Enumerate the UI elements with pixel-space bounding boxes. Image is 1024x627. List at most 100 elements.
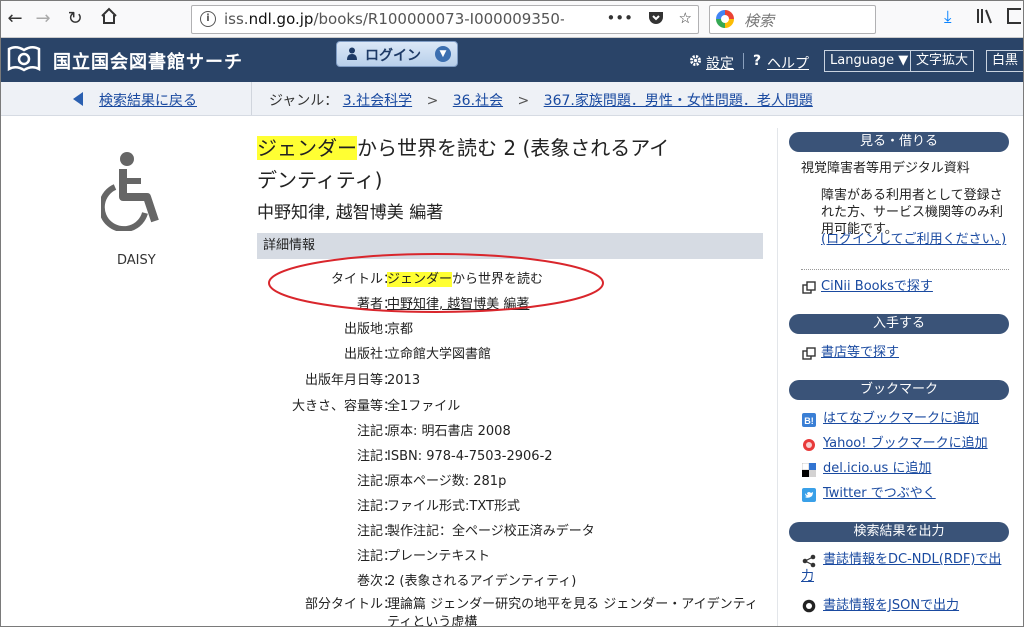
detail-value: 2 (表象されるアイデンティティ) xyxy=(387,574,577,589)
breadcrumb-link[interactable]: 3.社会科学 xyxy=(343,93,412,109)
user-icon xyxy=(347,47,357,60)
hatena-icon: B! xyxy=(802,413,816,427)
detail-key: 注記 xyxy=(356,474,383,489)
search-placeholder: 検索 xyxy=(744,12,775,30)
detail-key: 部分タイトル xyxy=(304,597,383,612)
twitter-icon xyxy=(802,488,816,502)
download-icon[interactable]: ⤓ xyxy=(944,7,952,27)
detail-key: 出版地 xyxy=(343,322,383,337)
json-icon xyxy=(802,599,816,613)
detail-value: 全1ファイル xyxy=(387,399,461,414)
dropdown-arrow-icon: ▼ xyxy=(898,53,909,68)
info-icon[interactable]: i xyxy=(200,11,216,27)
divider xyxy=(251,82,252,115)
google-icon xyxy=(716,10,734,28)
bookstore-link[interactable]: 書店等で探す xyxy=(821,344,899,361)
delicious-icon xyxy=(802,463,816,477)
bookmark-section-header: ブックマーク xyxy=(789,380,1009,400)
detail-key: 出版年月日等 xyxy=(304,373,383,388)
detail-key: 出版社 xyxy=(343,347,383,362)
reload-icon[interactable]: ↻ xyxy=(63,7,87,31)
detail-value: 原本ページ数: 281p xyxy=(387,474,507,489)
page-actions-icon[interactable]: ••• xyxy=(606,9,633,27)
bookmark-star-icon[interactable]: ☆ xyxy=(679,9,692,27)
record-author: 中野知律, 越智博美 編著 xyxy=(257,203,444,223)
gear-icon xyxy=(690,55,701,66)
digital-title: 視覚障害者等用デジタル資料 xyxy=(801,161,970,176)
export-section-header: 検索結果を出力 xyxy=(789,522,1009,542)
detail-key: 大きさ、容量等 xyxy=(291,399,383,414)
detail-value: 原本: 明石書店 2008 xyxy=(387,424,511,439)
home-icon[interactable] xyxy=(97,7,121,31)
wheelchair-icon xyxy=(101,152,159,231)
settings-link[interactable]: 設定 xyxy=(706,53,734,73)
detail-value: ファイル形式:TXT形式 xyxy=(387,499,520,514)
url-text: iss.ndl.go.jp/books/R100000073-I00000935… xyxy=(224,10,564,28)
help-link[interactable]: ヘルプ xyxy=(767,53,809,73)
detail-value: 2013 xyxy=(387,373,421,388)
cinii-link[interactable]: CiNii Booksで探す xyxy=(821,278,933,295)
login-button[interactable]: ログイン ▼ xyxy=(336,41,458,67)
genre-label: ジャンル： xyxy=(269,93,339,109)
annotation-ellipse xyxy=(268,253,604,313)
site-header: 国立国会図書館サーチ ログイン ▼ 設定 ? ヘルプ Language ▼ 文字… xyxy=(1,38,1023,82)
detail-value: 理論篇 ジェンダー研究の地平を見る ジェンダー・アイデンティティという虚構 xyxy=(387,597,758,627)
detail-value: 京都 xyxy=(387,322,414,337)
ndl-logo-icon[interactable] xyxy=(7,45,41,73)
browser-window: ← → ↻ i iss.ndl.go.jp/books/R100000073-I… xyxy=(0,0,1024,627)
detail-value: プレーンテキスト xyxy=(387,549,490,564)
text-enlarge-button[interactable]: 文字拡大 xyxy=(910,50,975,72)
detail-value: 製作注記：全ページ校正済みデータ xyxy=(387,524,595,539)
language-select[interactable]: Language ▼ xyxy=(824,50,915,72)
back-icon[interactable]: ← xyxy=(3,7,27,31)
record-title: ジェンダーから世界を読む 2 (表象されるアイデンティティ) xyxy=(257,132,677,196)
login-to-use-link[interactable]: (ログインしてご利用ください。) xyxy=(821,231,1006,248)
divider xyxy=(743,53,744,69)
contrast-button[interactable]: 白黒 xyxy=(986,50,1023,72)
detail-key: 巻次 xyxy=(356,574,383,589)
divider xyxy=(777,128,778,626)
sidebar-icon[interactable] xyxy=(1007,7,1023,30)
view-section-header: 見る・借りる xyxy=(789,132,1009,152)
format-label: DAISY xyxy=(117,253,156,268)
detail-value: 立命館大学図書館 xyxy=(387,347,492,362)
detail-key: 注記 xyxy=(356,449,383,464)
external-link-icon xyxy=(802,347,816,360)
pocket-icon[interactable] xyxy=(648,9,669,27)
breadcrumb-separator: > xyxy=(426,93,439,109)
back-arrow-icon xyxy=(73,92,83,106)
browser-toolbar: ← → ↻ i iss.ndl.go.jp/books/R100000073-I… xyxy=(1,1,1023,38)
address-bar[interactable]: i iss.ndl.go.jp/books/R100000073-I000009… xyxy=(191,5,699,34)
delicious-link[interactable]: del.icio.us に追加 xyxy=(823,460,931,477)
library-icon[interactable] xyxy=(976,7,996,30)
detail-key: 注記 xyxy=(356,499,383,514)
search-highlight: ジェンダー xyxy=(257,136,357,160)
back-to-results-link[interactable]: 検索結果に戻る xyxy=(99,90,197,110)
url-actions: ••• ☆ xyxy=(596,9,692,27)
detail-key: 注記 xyxy=(356,424,383,439)
external-link-icon xyxy=(802,281,816,294)
divider xyxy=(801,269,1009,270)
site-title[interactable]: 国立国会図書館サーチ xyxy=(53,48,243,74)
yahoo-bookmark-link[interactable]: Yahoo! ブックマークに追加 xyxy=(823,435,988,452)
forward-icon[interactable]: → xyxy=(31,7,55,31)
genre-breadcrumb: ジャンル： 3.社会科学 > 36.社会 > 367.家族問題．男性・女性問題．… xyxy=(269,90,813,110)
help-icon: ? xyxy=(753,53,762,69)
breadcrumb: 検索結果に戻る ジャンル： 3.社会科学 > 36.社会 > 367.家族問題．… xyxy=(1,82,1023,116)
login-label: ログイン xyxy=(365,48,421,64)
hatena-bookmark-link[interactable]: はてなブックマークに追加 xyxy=(823,410,979,427)
obtain-section-header: 入手する xyxy=(789,314,1009,334)
twitter-link[interactable]: Twitter でつぶやく xyxy=(823,485,936,502)
detail-key: 注記 xyxy=(356,549,383,564)
svg-text:B!: B! xyxy=(804,416,814,426)
yahoo-icon xyxy=(803,439,815,451)
export-rdf-link[interactable]: 書誌情報をDC-NDL(RDF)で出力 xyxy=(801,551,1006,585)
export-json-link[interactable]: 書誌情報をJSONで出力 xyxy=(823,597,959,614)
detail-value: ISBN: 978-4-7503-2906-2 xyxy=(387,449,553,464)
detail-key: 注記 xyxy=(356,524,383,539)
browser-search-input[interactable]: 検索 xyxy=(709,5,876,34)
breadcrumb-separator: > xyxy=(517,93,530,109)
breadcrumb-link[interactable]: 367.家族問題．男性・女性問題．老人問題 xyxy=(544,93,813,109)
breadcrumb-link[interactable]: 36.社会 xyxy=(453,93,503,109)
chevron-down-icon: ▼ xyxy=(435,46,451,62)
